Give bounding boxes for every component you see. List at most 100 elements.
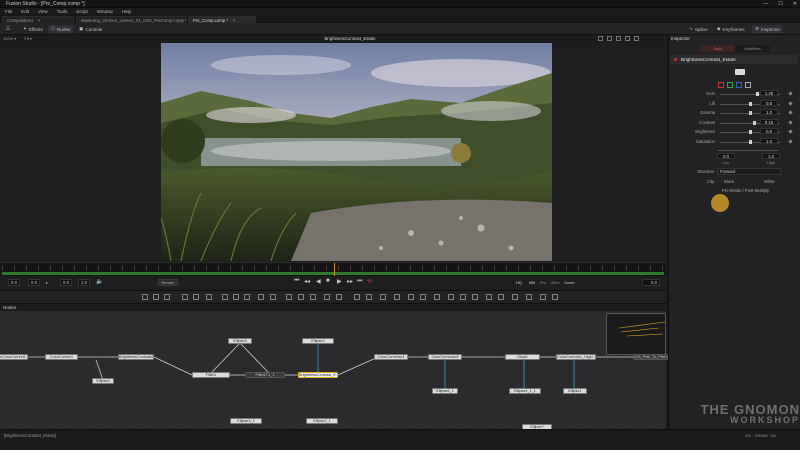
alpha-channel-toggle[interactable] (745, 82, 751, 88)
menu-window[interactable]: Window (97, 9, 113, 14)
node-color-correct[interactable]: nColorCorrect1 (0, 354, 28, 360)
param-value-field[interactable]: 1.25 (760, 90, 778, 96)
step-back-icon[interactable]: ◂◂ (304, 278, 310, 285)
viewer-option-icon[interactable] (598, 36, 603, 41)
keyframe-icon[interactable] (788, 110, 793, 115)
crop-tool-icon[interactable] (354, 294, 360, 300)
node-graph[interactable]: nColorCorrect1 ColorCurves1 BrightnessCo… (0, 311, 668, 430)
param-slider-handle[interactable] (749, 111, 752, 115)
node-color-curves1[interactable]: ColorCurves1 (45, 354, 78, 360)
rectangle-tool-icon[interactable] (298, 294, 304, 300)
tab-tools[interactable]: Tools (700, 45, 735, 52)
particle-tool-icon[interactable] (408, 294, 414, 300)
playhead[interactable] (334, 263, 335, 277)
mb-toggle[interactable]: MB (527, 279, 537, 286)
range-high-field[interactable]: 1.0 (762, 153, 780, 159)
render-end-field[interactable]: 0.0 (60, 279, 72, 286)
pre-divide-checkbox[interactable]: Pre-Divide / Post-Multiply (722, 188, 769, 193)
keyframe-icon[interactable] (788, 138, 793, 144)
param-value-field[interactable]: 0.15 (760, 118, 778, 125)
prx-toggle[interactable]: Prx (538, 279, 548, 286)
node-color-corrector-highlights[interactable]: ColorCorrector_Highl... (556, 354, 596, 360)
camera3d-tool-icon[interactable] (460, 294, 466, 300)
viewer-option-icon[interactable] (625, 36, 630, 41)
console-button[interactable]: ▣ Console (76, 25, 105, 33)
global-start-field[interactable]: 0.0 (8, 279, 20, 286)
param-slider-handle[interactable] (749, 130, 752, 134)
current-frame-field[interactable]: 0.0 (642, 279, 660, 286)
text-plus-tool-icon[interactable] (193, 294, 199, 300)
background-tool-icon[interactable] (142, 294, 148, 300)
node-ellipse4-1-1[interactable]: Ellipse4_1_1 (509, 388, 541, 394)
direction-dropdown[interactable]: Forward (717, 168, 781, 175)
menu-script[interactable]: Script (76, 9, 88, 14)
param-slider-handle[interactable] (752, 120, 756, 125)
node-brightness-contrast-estate[interactable]: BrightnessContrast_E... (298, 372, 338, 378)
keyframe-icon[interactable] (788, 100, 793, 106)
menu-help[interactable]: Help (122, 9, 131, 14)
node-ellipse2-1[interactable]: Ellipse2_1 (306, 418, 338, 424)
node-glow1[interactable]: Glow1 (505, 354, 540, 360)
close-button[interactable]: ✕ (793, 1, 797, 7)
blur-tool-icon[interactable] (222, 294, 228, 300)
render-start-field[interactable]: 0.0 (28, 279, 40, 286)
menu-view[interactable]: View (38, 9, 48, 14)
range-slider[interactable] (718, 150, 778, 151)
red-channel-toggle[interactable] (718, 82, 724, 88)
glow-tool-icon[interactable] (540, 294, 546, 300)
clip-black-checkbox[interactable]: Black (724, 179, 734, 184)
channel-booleans-tool-icon[interactable] (380, 294, 386, 300)
play-reverse-icon[interactable]: ◀ (316, 278, 321, 285)
tracker-tool-icon[interactable] (336, 294, 342, 300)
sky-tool-icon[interactable] (526, 294, 532, 300)
loader-tool-icon[interactable] (182, 294, 188, 300)
transform-tool-icon[interactable] (270, 294, 276, 300)
stop-icon[interactable]: ■ (326, 278, 330, 284)
merge-tool-icon[interactable] (258, 294, 264, 300)
some-toggle[interactable]: Some (562, 279, 576, 286)
param-value-field[interactable]: 1.0 (760, 137, 778, 144)
color-corrector-tool-icon[interactable] (233, 294, 239, 300)
light-tool-icon[interactable] (486, 294, 492, 300)
paint-tool-icon[interactable] (153, 294, 159, 300)
keyframe-icon[interactable] (788, 91, 793, 96)
node-filter1[interactable]: Filter1 (192, 372, 230, 378)
viewer-option-icon[interactable] (616, 36, 621, 41)
nodes-button[interactable]: ⎔ Nodes (48, 25, 74, 33)
tool-enable-icon[interactable] (674, 58, 677, 61)
renderer3d-tool-icon[interactable] (434, 294, 440, 300)
node-graph-minimap[interactable] (606, 313, 666, 355)
minimize-button[interactable]: — (763, 1, 768, 7)
hq-toggle[interactable]: HQ (514, 279, 524, 286)
viewer-image-landscape[interactable] (161, 43, 552, 261)
fog-tool-icon[interactable] (512, 294, 518, 300)
keyframe-icon[interactable] (788, 129, 793, 134)
viewer-option-icon[interactable] (634, 36, 639, 41)
green-channel-toggle[interactable] (727, 82, 733, 88)
blue-channel-toggle[interactable] (736, 82, 742, 88)
viewer-option-icon[interactable] (607, 36, 612, 41)
node-ellipse1[interactable]: Ellipse1 (563, 388, 587, 394)
zoom-dropdown[interactable]: 100% ▾ (3, 36, 16, 41)
go-to-end-icon[interactable]: ⏭ (357, 278, 362, 285)
param-slider-handle[interactable] (749, 101, 752, 106)
bspline-tool-icon[interactable] (324, 294, 330, 300)
step-forward-icon[interactable]: ▸▸ (347, 278, 353, 285)
ellipse-tool-icon[interactable] (310, 294, 316, 300)
color-curves-tool-icon[interactable] (244, 294, 250, 300)
node-brightness-contrast2[interactable]: BrightnessContrast2 (118, 354, 154, 360)
text-tool-icon[interactable] (164, 294, 170, 300)
param-value-field[interactable]: 0.0 (760, 128, 778, 134)
node-ellipse2[interactable]: Ellipse2 (302, 338, 334, 344)
doc-tab-pre-comp[interactable]: Pre_Comp.comp * ✕ (188, 16, 256, 23)
keyframe-icon[interactable] (788, 119, 793, 125)
keyframes-button[interactable]: ◆ Keyframes (714, 25, 748, 33)
node-color-corrector4[interactable]: ColorCorrector4 (374, 354, 408, 360)
menu-file[interactable]: File (5, 9, 12, 14)
menu-toggle-button[interactable]: ☰ (3, 25, 13, 33)
param-value-field[interactable]: 1.0 (760, 109, 778, 115)
resize-tool-icon[interactable] (366, 294, 372, 300)
merge3d-tool-icon[interactable] (448, 294, 454, 300)
step-field[interactable]: 1.0 (78, 279, 90, 286)
image-plane-tool-icon[interactable] (498, 294, 504, 300)
